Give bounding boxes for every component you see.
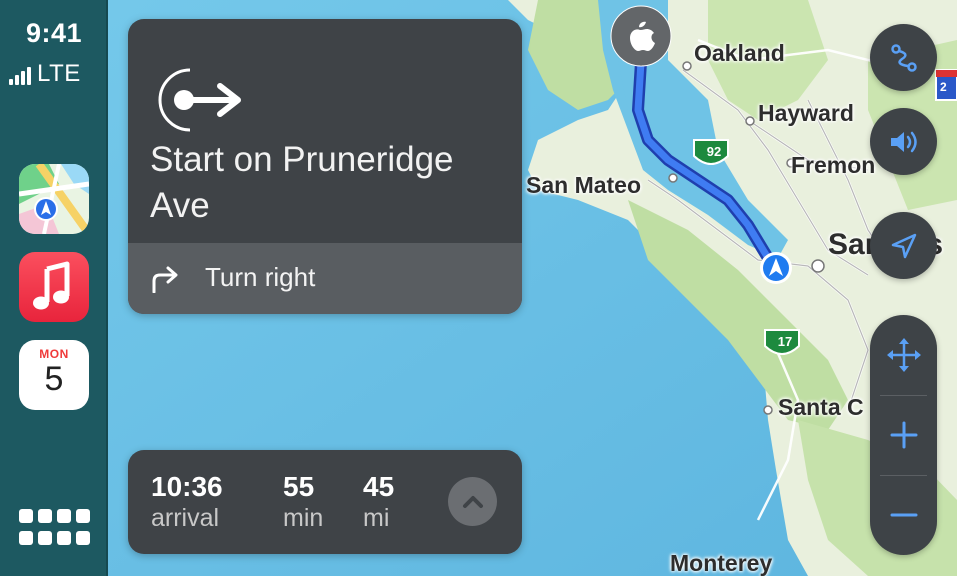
- map-label-san-mateo: San Mateo: [526, 172, 642, 198]
- expand-trip-button[interactable]: [448, 477, 497, 526]
- zoom-in-button[interactable]: [870, 405, 937, 465]
- distance-value: 45: [363, 471, 395, 502]
- signal-status: LTE: [9, 60, 81, 88]
- duration-stat: 55 min: [283, 471, 323, 533]
- carplay-sidebar: 9:41 LTE MON 5: [0, 0, 108, 576]
- status-time: 9:41: [25, 18, 83, 48]
- audio-button[interactable]: [870, 108, 937, 175]
- distance-unit: mi: [363, 504, 390, 532]
- distance-stat: 45 mi: [363, 471, 394, 533]
- music-app-icon[interactable]: [19, 252, 89, 322]
- route-overview-icon: [890, 43, 917, 72]
- start-pin: [610, 5, 672, 67]
- chevron-up-icon: [462, 495, 483, 508]
- location-arrow-icon: [891, 233, 916, 258]
- signal-bars-icon: [9, 63, 31, 88]
- arrival-label: arrival: [151, 504, 220, 532]
- calendar-date: 5: [44, 360, 64, 398]
- trip-summary-card[interactable]: 10:36 arrival 55 min 45 mi: [128, 450, 522, 554]
- duration-unit: min: [283, 504, 324, 532]
- hwy17-label: 17: [777, 334, 793, 349]
- maneuver-card[interactable]: Start on Pruneridge Ave Turn right: [128, 19, 522, 314]
- arrival-stat: 10:36 arrival: [151, 471, 223, 533]
- app-grid-icon[interactable]: [19, 509, 90, 547]
- next-step-label: Turn right: [205, 262, 316, 292]
- map-label-santa-cruz: Santa C: [778, 394, 864, 420]
- next-step-bar[interactable]: Turn right: [128, 243, 522, 314]
- pan-icon: [886, 338, 921, 372]
- speaker-icon: [890, 131, 917, 152]
- route-overview-button[interactable]: [870, 24, 937, 91]
- map-label-monterey: Monterey: [670, 550, 773, 576]
- zoom-out-icon: [890, 513, 917, 517]
- map-zoom-controls: [870, 315, 937, 555]
- map-label-hayward: Hayward: [758, 100, 854, 126]
- maps-app-icon[interactable]: [19, 164, 89, 234]
- pan-button[interactable]: [870, 325, 937, 385]
- turn-right-icon: [152, 266, 178, 293]
- map-label-fremont: Fremon: [791, 152, 876, 178]
- zoom-in-icon: [890, 421, 917, 449]
- hwy92-label: 92: [706, 144, 722, 159]
- calendar-app-icon[interactable]: MON 5: [19, 340, 89, 410]
- duration-value: 55: [283, 471, 315, 502]
- destination-marker: [760, 252, 792, 284]
- calendar-day: MON: [39, 347, 69, 361]
- zoom-out-button[interactable]: [870, 485, 937, 545]
- arrival-time: 10:36: [151, 471, 223, 502]
- map-label-oakland: Oakland: [694, 40, 785, 66]
- recenter-button[interactable]: [870, 212, 937, 279]
- maneuver-instruction: Start on Pruneridge Ave: [150, 140, 454, 225]
- interstate-label: 2: [940, 80, 947, 94]
- start-maneuver-icon: [158, 68, 241, 132]
- network-label: LTE: [37, 60, 81, 87]
